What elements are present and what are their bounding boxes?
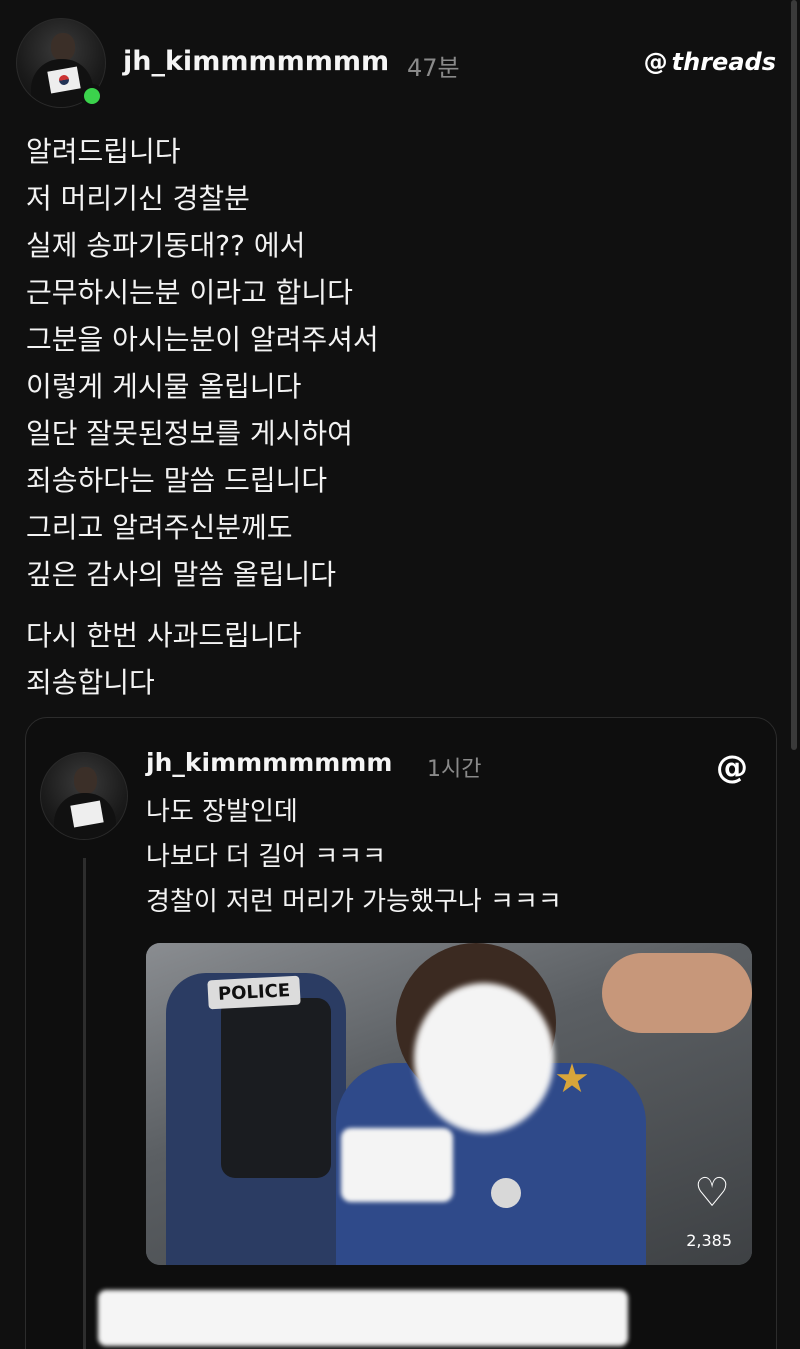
post-line: 근무하시는분 이라고 합니다 [26, 276, 353, 309]
blurred-name-tag [341, 1128, 453, 1202]
post-line: 깊은 감사의 말씀 올립니다 [26, 558, 337, 591]
post-line: 이렇게 게시물 올립니다 [26, 370, 302, 403]
post-time: 47분 [407, 54, 460, 82]
police-patch: POLICE [207, 975, 301, 1010]
post-line: 알려드립니다 [26, 135, 181, 168]
quoted-body: 나도 장발인데 나보다 더 길어 ㅋㅋㅋ 경찰이 저런 머리가 가능했구나 ㅋㅋ… [146, 790, 562, 925]
thread-connector-line [83, 858, 86, 1349]
post-line: 그리고 알려주신분께도 [26, 511, 293, 544]
post-line: 그분을 아시는분이 알려주셔서 [26, 323, 379, 356]
quoted-line: 나보다 더 길어 ㅋㅋㅋ [146, 842, 387, 872]
post-line: 다시 한번 사과드립니다 [26, 619, 302, 652]
threads-logo-icon: @ [643, 48, 668, 76]
post-line: 일단 잘못된정보를 게시하여 [26, 417, 353, 450]
scrollbar[interactable] [791, 0, 797, 750]
redacted-content [98, 1290, 628, 1346]
post-line: 실제 송파기동대?? 에서 [26, 229, 306, 262]
like-count: 2,385 [686, 1231, 732, 1250]
video-thumbnail[interactable]: POLICE ♡ 2,385 [146, 943, 752, 1265]
post-line: 죄송합니다 [26, 666, 155, 699]
quoted-line: 나도 장발인데 [146, 797, 298, 827]
post-line: 저 머리기신 경찰분 [26, 182, 250, 215]
post-body: 알려드립니다 저 머리기신 경찰분 실제 송파기동대?? 에서 근무하시는분 이… [26, 128, 766, 706]
threads-wordmark: threads [671, 48, 776, 76]
emblem-icon [491, 1178, 521, 1208]
threads-logo-icon: @ [716, 748, 748, 786]
online-status-dot [80, 84, 104, 108]
heart-icon[interactable]: ♡ [694, 1173, 730, 1213]
quoted-avatar[interactable] [40, 752, 128, 840]
username[interactable]: jh_kimmmmmmm [123, 46, 389, 77]
quoted-line: 경찰이 저런 머리가 가능했구나 ㅋㅋㅋ [146, 887, 562, 917]
quoted-post-card[interactable]: jh_kimmmmmmm 1시간 @ 나도 장발인데 나보다 더 길어 ㅋㅋㅋ … [25, 717, 777, 1349]
blurred-face [414, 983, 554, 1133]
post-line: 죄송하다는 말씀 드립니다 [26, 464, 328, 497]
threads-post-screen: jh_kimmmmmmm 47분 @ threads 알려드립니다 저 머리기신… [0, 0, 800, 1349]
quoted-username[interactable]: jh_kimmmmmmm [146, 748, 392, 777]
threads-brand: @ threads [644, 48, 776, 76]
quoted-time: 1시간 [427, 757, 482, 782]
post-header: jh_kimmmmmmm 47분 @ threads [16, 18, 776, 108]
